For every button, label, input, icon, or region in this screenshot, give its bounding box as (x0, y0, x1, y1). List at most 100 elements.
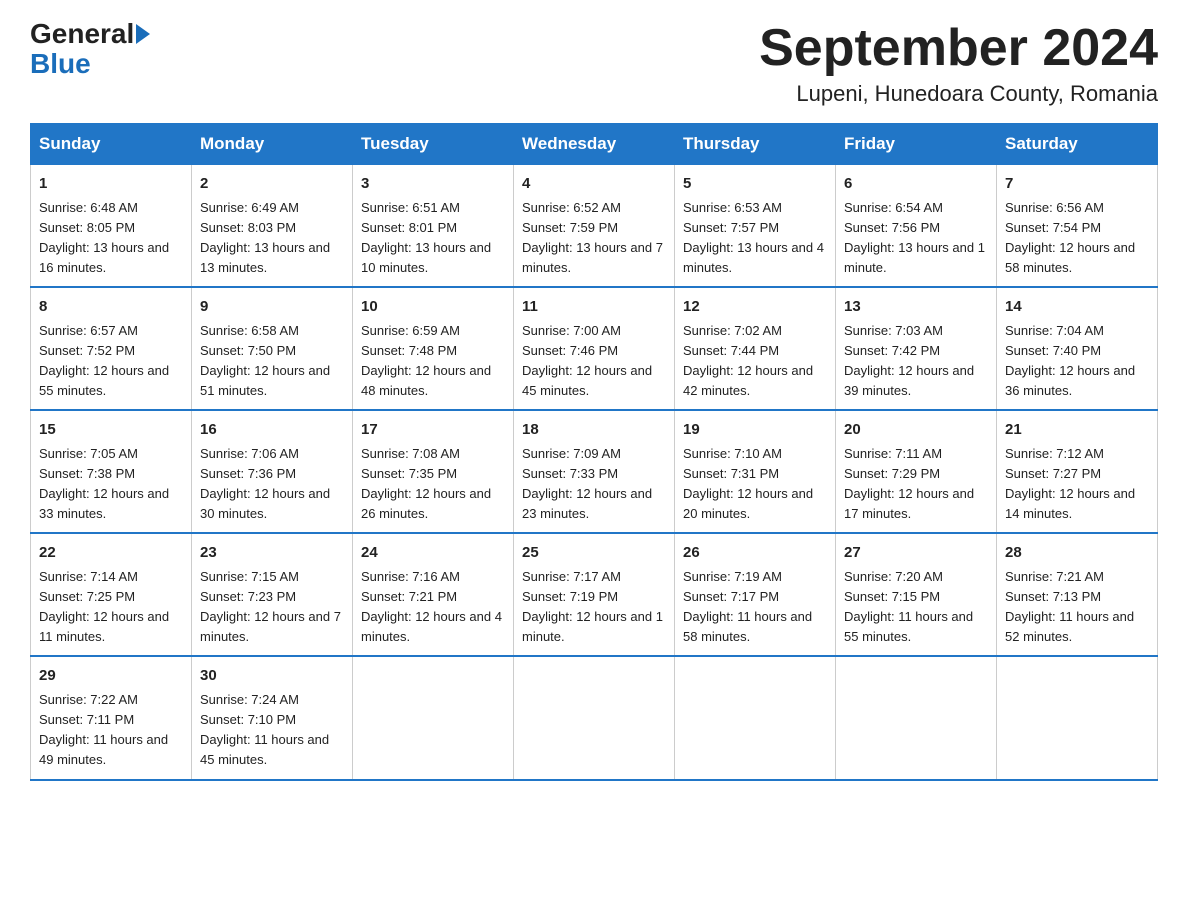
header-wednesday: Wednesday (514, 124, 675, 165)
day-info: Sunrise: 7:12 AMSunset: 7:27 PMDaylight:… (1005, 444, 1149, 525)
calendar-cell: 19Sunrise: 7:10 AMSunset: 7:31 PMDayligh… (675, 410, 836, 533)
calendar-cell: 22Sunrise: 7:14 AMSunset: 7:25 PMDayligh… (31, 533, 192, 656)
day-info: Sunrise: 6:58 AMSunset: 7:50 PMDaylight:… (200, 321, 344, 402)
day-info: Sunrise: 6:53 AMSunset: 7:57 PMDaylight:… (683, 198, 827, 279)
day-info: Sunrise: 7:11 AMSunset: 7:29 PMDaylight:… (844, 444, 988, 525)
calendar-cell (997, 656, 1158, 779)
day-number: 16 (200, 419, 344, 442)
calendar-cell: 10Sunrise: 6:59 AMSunset: 7:48 PMDayligh… (353, 287, 514, 410)
day-number: 13 (844, 296, 988, 319)
day-number: 26 (683, 542, 827, 565)
week-row-4: 22Sunrise: 7:14 AMSunset: 7:25 PMDayligh… (31, 533, 1158, 656)
day-number: 21 (1005, 419, 1149, 442)
title-block: September 2024 Lupeni, Hunedoara County,… (759, 20, 1158, 107)
page-header: General Blue September 2024 Lupeni, Hune… (30, 20, 1158, 107)
day-number: 28 (1005, 542, 1149, 565)
calendar-cell: 23Sunrise: 7:15 AMSunset: 7:23 PMDayligh… (192, 533, 353, 656)
day-info: Sunrise: 7:14 AMSunset: 7:25 PMDaylight:… (39, 567, 183, 648)
day-info: Sunrise: 7:03 AMSunset: 7:42 PMDaylight:… (844, 321, 988, 402)
day-number: 15 (39, 419, 183, 442)
calendar-cell: 7Sunrise: 6:56 AMSunset: 7:54 PMDaylight… (997, 165, 1158, 288)
calendar-cell (353, 656, 514, 779)
day-number: 9 (200, 296, 344, 319)
day-number: 11 (522, 296, 666, 319)
week-row-1: 1Sunrise: 6:48 AMSunset: 8:05 PMDaylight… (31, 165, 1158, 288)
calendar-cell: 9Sunrise: 6:58 AMSunset: 7:50 PMDaylight… (192, 287, 353, 410)
calendar-cell: 18Sunrise: 7:09 AMSunset: 7:33 PMDayligh… (514, 410, 675, 533)
calendar-cell: 21Sunrise: 7:12 AMSunset: 7:27 PMDayligh… (997, 410, 1158, 533)
header-saturday: Saturday (997, 124, 1158, 165)
day-number: 4 (522, 173, 666, 196)
day-info: Sunrise: 7:02 AMSunset: 7:44 PMDaylight:… (683, 321, 827, 402)
day-number: 12 (683, 296, 827, 319)
header-sunday: Sunday (31, 124, 192, 165)
day-info: Sunrise: 6:59 AMSunset: 7:48 PMDaylight:… (361, 321, 505, 402)
day-number: 14 (1005, 296, 1149, 319)
day-info: Sunrise: 7:06 AMSunset: 7:36 PMDaylight:… (200, 444, 344, 525)
calendar-cell (514, 656, 675, 779)
calendar-cell: 3Sunrise: 6:51 AMSunset: 8:01 PMDaylight… (353, 165, 514, 288)
day-info: Sunrise: 6:52 AMSunset: 7:59 PMDaylight:… (522, 198, 666, 279)
day-number: 3 (361, 173, 505, 196)
header-monday: Monday (192, 124, 353, 165)
day-info: Sunrise: 6:57 AMSunset: 7:52 PMDaylight:… (39, 321, 183, 402)
calendar-cell: 4Sunrise: 6:52 AMSunset: 7:59 PMDaylight… (514, 165, 675, 288)
day-number: 27 (844, 542, 988, 565)
day-number: 5 (683, 173, 827, 196)
calendar-cell (675, 656, 836, 779)
day-info: Sunrise: 6:49 AMSunset: 8:03 PMDaylight:… (200, 198, 344, 279)
calendar-cell: 15Sunrise: 7:05 AMSunset: 7:38 PMDayligh… (31, 410, 192, 533)
calendar-header-row: SundayMondayTuesdayWednesdayThursdayFrid… (31, 124, 1158, 165)
day-info: Sunrise: 7:05 AMSunset: 7:38 PMDaylight:… (39, 444, 183, 525)
day-info: Sunrise: 7:20 AMSunset: 7:15 PMDaylight:… (844, 567, 988, 648)
calendar-cell: 29Sunrise: 7:22 AMSunset: 7:11 PMDayligh… (31, 656, 192, 779)
day-info: Sunrise: 7:16 AMSunset: 7:21 PMDaylight:… (361, 567, 505, 648)
day-number: 1 (39, 173, 183, 196)
day-number: 7 (1005, 173, 1149, 196)
day-number: 6 (844, 173, 988, 196)
day-info: Sunrise: 7:00 AMSunset: 7:46 PMDaylight:… (522, 321, 666, 402)
day-number: 24 (361, 542, 505, 565)
day-info: Sunrise: 6:56 AMSunset: 7:54 PMDaylight:… (1005, 198, 1149, 279)
calendar-table: SundayMondayTuesdayWednesdayThursdayFrid… (30, 123, 1158, 780)
week-row-2: 8Sunrise: 6:57 AMSunset: 7:52 PMDaylight… (31, 287, 1158, 410)
day-number: 23 (200, 542, 344, 565)
day-info: Sunrise: 7:08 AMSunset: 7:35 PMDaylight:… (361, 444, 505, 525)
day-info: Sunrise: 7:04 AMSunset: 7:40 PMDaylight:… (1005, 321, 1149, 402)
calendar-cell: 8Sunrise: 6:57 AMSunset: 7:52 PMDaylight… (31, 287, 192, 410)
day-info: Sunrise: 7:10 AMSunset: 7:31 PMDaylight:… (683, 444, 827, 525)
calendar-cell: 25Sunrise: 7:17 AMSunset: 7:19 PMDayligh… (514, 533, 675, 656)
day-info: Sunrise: 7:09 AMSunset: 7:33 PMDaylight:… (522, 444, 666, 525)
calendar-cell: 27Sunrise: 7:20 AMSunset: 7:15 PMDayligh… (836, 533, 997, 656)
header-tuesday: Tuesday (353, 124, 514, 165)
header-thursday: Thursday (675, 124, 836, 165)
calendar-cell: 13Sunrise: 7:03 AMSunset: 7:42 PMDayligh… (836, 287, 997, 410)
day-number: 20 (844, 419, 988, 442)
calendar-cell: 2Sunrise: 6:49 AMSunset: 8:03 PMDaylight… (192, 165, 353, 288)
location: Lupeni, Hunedoara County, Romania (759, 81, 1158, 107)
day-info: Sunrise: 6:54 AMSunset: 7:56 PMDaylight:… (844, 198, 988, 279)
day-number: 17 (361, 419, 505, 442)
calendar-cell: 28Sunrise: 7:21 AMSunset: 7:13 PMDayligh… (997, 533, 1158, 656)
header-friday: Friday (836, 124, 997, 165)
day-number: 2 (200, 173, 344, 196)
calendar-cell: 1Sunrise: 6:48 AMSunset: 8:05 PMDaylight… (31, 165, 192, 288)
calendar-cell (836, 656, 997, 779)
calendar-cell: 11Sunrise: 7:00 AMSunset: 7:46 PMDayligh… (514, 287, 675, 410)
calendar-cell: 26Sunrise: 7:19 AMSunset: 7:17 PMDayligh… (675, 533, 836, 656)
day-number: 10 (361, 296, 505, 319)
day-info: Sunrise: 7:15 AMSunset: 7:23 PMDaylight:… (200, 567, 344, 648)
day-number: 18 (522, 419, 666, 442)
calendar-cell: 30Sunrise: 7:24 AMSunset: 7:10 PMDayligh… (192, 656, 353, 779)
calendar-cell: 24Sunrise: 7:16 AMSunset: 7:21 PMDayligh… (353, 533, 514, 656)
calendar-cell: 20Sunrise: 7:11 AMSunset: 7:29 PMDayligh… (836, 410, 997, 533)
day-info: Sunrise: 6:51 AMSunset: 8:01 PMDaylight:… (361, 198, 505, 279)
week-row-5: 29Sunrise: 7:22 AMSunset: 7:11 PMDayligh… (31, 656, 1158, 779)
logo-general: General (30, 20, 134, 48)
calendar-cell: 6Sunrise: 6:54 AMSunset: 7:56 PMDaylight… (836, 165, 997, 288)
logo-blue: Blue (30, 48, 91, 80)
day-number: 8 (39, 296, 183, 319)
day-number: 19 (683, 419, 827, 442)
logo: General Blue (30, 20, 150, 80)
day-info: Sunrise: 7:21 AMSunset: 7:13 PMDaylight:… (1005, 567, 1149, 648)
